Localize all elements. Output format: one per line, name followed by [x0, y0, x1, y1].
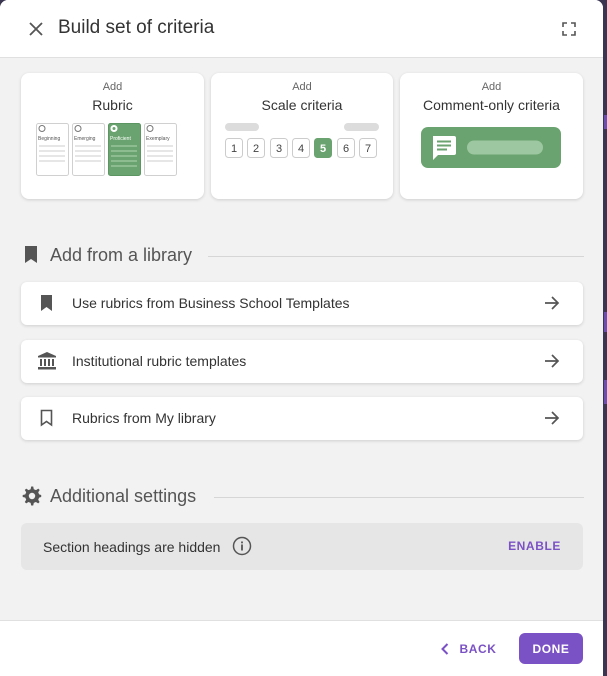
scale-value: 2 [253, 143, 259, 155]
library-item-institutional[interactable]: Institutional rubric templates [21, 340, 583, 383]
section-divider [214, 497, 584, 498]
bookmark-outline-icon [40, 409, 53, 427]
library-item-label: Rubrics from My library [72, 410, 216, 426]
institution-icon [38, 352, 56, 370]
dialog-body: Add Rubric Beginning Emerging Proficient… [0, 58, 603, 620]
bookmark-filled-icon [41, 295, 52, 311]
dialog-footer: BACK DONE [0, 620, 603, 676]
settings-section-title: Additional settings [50, 486, 197, 506]
arrow-right-icon [545, 411, 560, 425]
card-add-label: Add [102, 81, 123, 93]
card-name: Scale criteria [261, 97, 343, 113]
library-section-title: Add from a library [50, 245, 193, 265]
close-icon [29, 22, 43, 36]
library-item-label: Institutional rubric templates [72, 353, 247, 369]
card-name: Comment-only criteria [423, 97, 560, 113]
rubric-card[interactable]: Add Rubric Beginning Emerging Proficient… [21, 73, 204, 199]
rubric-level-label: Beginning [38, 136, 60, 142]
criteria-dialog: Build set of criteria Add Rubric Beginni… [0, 0, 603, 676]
scale-value: 6 [343, 143, 349, 155]
done-button[interactable]: DONE [519, 633, 583, 664]
scale-value: 7 [365, 143, 371, 155]
close-button[interactable] [23, 16, 49, 42]
comment-only-card[interactable]: Add Comment-only criteria [400, 73, 583, 199]
arrow-right-icon [545, 296, 560, 310]
rubric-level-label: Proficient [110, 136, 131, 142]
info-icon[interactable] [232, 536, 252, 556]
library-section-header: Add from a library [22, 244, 584, 268]
library-item-label: Use rubrics from Business School Templat… [72, 295, 350, 311]
card-add-label: Add [292, 81, 312, 93]
bookmark-icon [25, 246, 37, 263]
rubric-illustration: Beginning Emerging Proficient Exemplary [36, 123, 177, 176]
card-add-label: Add [481, 81, 502, 93]
scale-illustration: 1 2 3 4 5 6 7 [225, 123, 379, 158]
back-label: BACK [459, 641, 497, 656]
comment-illustration [421, 127, 561, 168]
fullscreen-button[interactable] [557, 17, 581, 41]
section-headings-label: Section headings are hidden [43, 539, 221, 555]
chevron-left-icon [441, 642, 449, 655]
settings-section-header: Additional settings [22, 485, 584, 509]
gear-icon [22, 486, 42, 506]
rubric-level-label: Emerging [74, 136, 96, 142]
stage: Build set of criteria Add Rubric Beginni… [0, 0, 607, 676]
scale-value: 4 [298, 143, 304, 155]
scale-value: 1 [231, 143, 237, 155]
arrow-right-icon [545, 354, 560, 368]
dialog-header: Build set of criteria [0, 0, 603, 58]
scale-value: 3 [276, 143, 282, 155]
enable-button[interactable]: ENABLE [508, 539, 561, 553]
fullscreen-icon [562, 22, 576, 36]
dialog-title: Build set of criteria [58, 17, 215, 38]
section-divider [208, 256, 584, 257]
section-headings-setting: Section headings are hidden ENABLE [21, 523, 583, 570]
card-name: Rubric [92, 97, 133, 113]
back-button[interactable]: BACK [437, 633, 501, 664]
library-item-business-school[interactable]: Use rubrics from Business School Templat… [21, 282, 583, 325]
rubric-level-label: Exemplary [146, 136, 170, 142]
library-item-my-library[interactable]: Rubrics from My library [21, 397, 583, 440]
scale-criteria-card[interactable]: Add Scale criteria 1 2 3 4 5 6 7 [211, 73, 393, 199]
scale-value-selected: 5 [320, 143, 326, 155]
